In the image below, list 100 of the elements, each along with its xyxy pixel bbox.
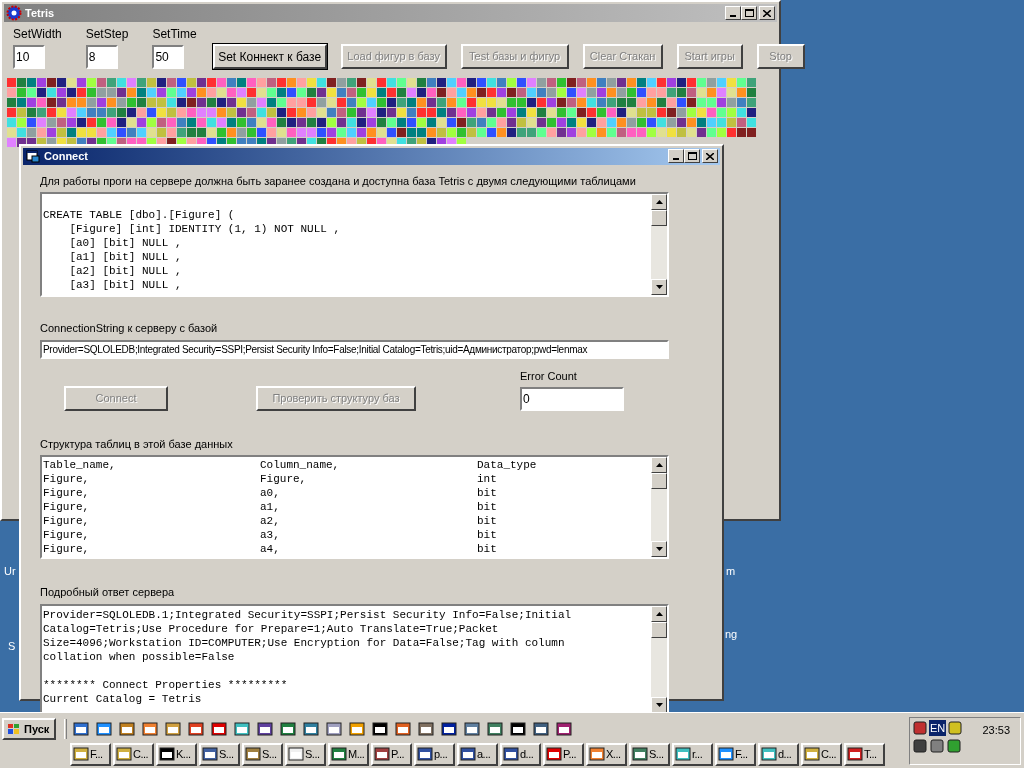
minimize-button[interactable]: [668, 149, 684, 164]
window-icon: [374, 746, 390, 762]
taskbar-button[interactable]: C...: [113, 742, 154, 766]
window-icon[interactable]: [441, 721, 457, 737]
taskbar-button[interactable]: r...: [672, 742, 713, 766]
table-cell-text: bit: [477, 514, 498, 528]
taskbar-button[interactable]: P...: [543, 742, 584, 766]
window-icon[interactable]: [142, 721, 158, 737]
language-indicator[interactable]: EN: [929, 720, 947, 736]
table-cell-text: Figure,: [43, 486, 91, 500]
table-cell-text: Figure,: [43, 514, 91, 528]
scrollbar[interactable]: [651, 457, 667, 557]
window-icon: [460, 746, 476, 762]
taskbar-button[interactable]: S...: [242, 742, 283, 766]
window-icon: [718, 746, 734, 762]
window-icon: [417, 746, 433, 762]
taskbar-button[interactable]: T...: [844, 742, 885, 766]
scrollbar[interactable]: [651, 605, 667, 713]
window-icon[interactable]: [395, 721, 411, 737]
scroll-down-button[interactable]: [651, 279, 667, 295]
table-cell-text: a2,: [260, 514, 281, 528]
window-icon: [761, 746, 777, 762]
window-icon[interactable]: [372, 721, 388, 737]
window-icon[interactable]: [211, 721, 227, 737]
close-button[interactable]: [759, 6, 775, 20]
code-line: [a2] [bit] NULL ,: [68, 264, 183, 278]
table-cell-text: bit: [477, 486, 498, 500]
input-field[interactable]: 50: [152, 45, 185, 69]
down-arrow-icon: [655, 547, 663, 551]
scroll-thumb[interactable]: [651, 473, 667, 489]
taskbar-button[interactable]: S...: [199, 742, 240, 766]
scroll-thumb[interactable]: [651, 210, 667, 226]
scroll-up-button[interactable]: [651, 457, 667, 473]
window-icon[interactable]: [257, 721, 273, 737]
table-cell-text: a4,: [260, 542, 281, 556]
close-button[interactable]: [702, 149, 718, 164]
input-field[interactable]: 8: [85, 45, 118, 69]
scroll-up-button[interactable]: [651, 605, 667, 622]
window-icon: [73, 746, 89, 762]
response-line: Catalog=Tetris;Use Procedure for Prepare=1;Auto Translate=True;Packet: [43, 621, 500, 636]
minimize-button[interactable]: [725, 6, 741, 20]
tray-icon[interactable]: [947, 720, 964, 736]
connection-string-field[interactable]: Provider=SQLOLEDB;Integrated Security=SSPI;Persist Security Info=False;Initial Catalog=Tetris;uid=Администратор;pwd=lenmax: [40, 339, 669, 359]
window-icon[interactable]: [487, 721, 503, 737]
taskbar-button[interactable]: a...: [457, 742, 498, 766]
input-field[interactable]: 10: [13, 45, 45, 69]
clock: 23:53: [982, 723, 1010, 738]
text-area[interactable]: [40, 603, 669, 715]
tray-icon[interactable]: [946, 738, 962, 754]
response-line: Provider=SQLOLEDB.1;Integrated Security=SSPI;Persist Security Info=False;Initial: [43, 607, 573, 622]
table-cell-text: Figure,: [260, 472, 308, 486]
scroll-down-button[interactable]: [651, 696, 667, 713]
taskbar-button[interactable]: C...: [801, 742, 842, 766]
response-line: ******** Connect Properties *********: [43, 677, 289, 692]
taskbar-button[interactable]: M...: [328, 742, 369, 766]
window-icon: [632, 746, 648, 762]
scroll-down-button[interactable]: [651, 541, 667, 557]
maximize-button[interactable]: [684, 149, 700, 164]
list-box[interactable]: Table_name, Column_name, Data_type Figure, Figure, int Figure, a0, bit Figure, a1, bit Figure, a2, bit Figure, a3, bit Figure, a4, bit: [40, 455, 669, 559]
taskbar-button[interactable]: K...: [156, 742, 197, 766]
tray-icon[interactable]: [912, 720, 928, 736]
window-icon: [116, 746, 132, 762]
taskbar-button[interactable]: d...: [758, 742, 799, 766]
maximize-button[interactable]: [741, 6, 757, 20]
window-icon[interactable]: [303, 721, 319, 737]
window-icon[interactable]: [556, 721, 572, 737]
window-icon[interactable]: [96, 721, 112, 737]
table-cell-text: a0,: [260, 486, 281, 500]
window-icon[interactable]: [464, 721, 480, 737]
taskbar-button[interactable]: F...: [715, 742, 756, 766]
taskbar-button[interactable]: P...: [371, 742, 412, 766]
text-area[interactable]: CREATE TABLE [dbo].[Figure] ( [Figure] [int] IDENTITY (1, 1) NOT NULL , [a0] [bit] NULL , [a1] [bit] NULL , [a2] [bit] NULL , [a3] [bit] NULL ,: [40, 192, 669, 297]
start-button[interactable]: Пуск: [2, 718, 56, 740]
window-icon[interactable]: [533, 721, 549, 737]
table-cell-text: bit: [477, 542, 498, 556]
scrollbar[interactable]: [651, 194, 667, 295]
window-icon[interactable]: [73, 721, 89, 737]
tray-icon[interactable]: [912, 738, 928, 754]
table-cell-text: Column_name,: [260, 458, 341, 472]
table-cell-text: Data_type: [477, 458, 538, 472]
window-icon[interactable]: [280, 721, 296, 737]
table-cell-text: a1,: [260, 500, 281, 514]
window-icon[interactable]: [326, 721, 342, 737]
tray-icon[interactable]: [929, 738, 945, 754]
field-label: Error Count: [520, 369, 578, 384]
toolbar-button[interactable]: Set Коннект к базе: [212, 44, 327, 69]
field-label: SetTime: [152, 26, 197, 43]
taskbar-button[interactable]: S...: [285, 742, 326, 766]
taskbar-button[interactable]: S...: [629, 742, 670, 766]
error-count-field[interactable]: 0: [520, 386, 624, 411]
taskbar-button[interactable]: F...: [70, 742, 111, 766]
taskbar-button[interactable]: d...: [500, 742, 541, 766]
taskbar-button[interactable]: X...: [586, 742, 627, 766]
window-icon[interactable]: [418, 721, 434, 737]
window-icon[interactable]: [119, 721, 135, 737]
window-icon[interactable]: [510, 721, 526, 737]
window-icon[interactable]: [188, 721, 204, 737]
taskbar-button[interactable]: p...: [414, 742, 455, 766]
up-arrow-icon: [655, 611, 663, 616]
scroll-up-button[interactable]: [651, 194, 667, 210]
